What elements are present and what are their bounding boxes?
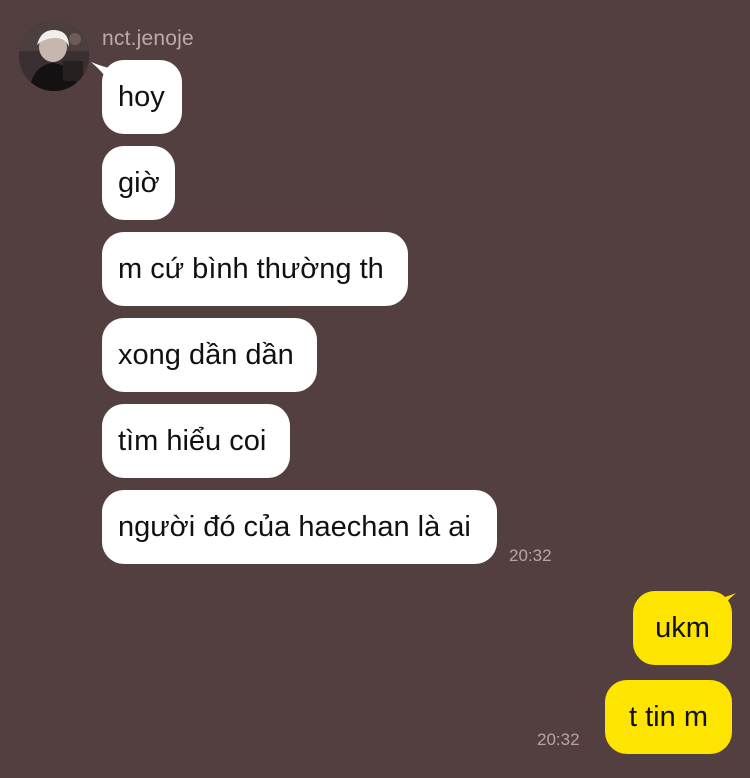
incoming-message[interactable]: giờ <box>102 146 175 220</box>
incoming-message[interactable]: m cứ bình thường th <box>102 232 408 306</box>
message-text: giờ <box>118 167 160 199</box>
incoming-message[interactable]: người đó của haechan là ai <box>102 490 497 564</box>
outgoing-timestamp: 20:32 <box>537 730 580 749</box>
message-text: người đó của haechan là ai <box>118 511 471 543</box>
profile-photo-icon <box>19 21 89 91</box>
message-text: hoy <box>118 81 165 113</box>
message-text: t tin m <box>629 701 708 733</box>
incoming-message[interactable]: tìm hiểu coi <box>102 404 290 478</box>
sender-name: nct.jenoje <box>102 27 194 50</box>
incoming-message[interactable]: xong dần dần <box>102 318 317 392</box>
message-text: m cứ bình thường th <box>118 253 384 285</box>
avatar[interactable] <box>19 21 89 91</box>
outgoing-message[interactable]: t tin m <box>605 680 732 754</box>
incoming-message[interactable]: hoy <box>102 60 182 134</box>
message-text: ukm <box>655 612 710 644</box>
incoming-timestamp: 20:32 <box>509 546 552 565</box>
message-text: xong dần dần <box>118 339 294 371</box>
outgoing-message[interactable]: ukm <box>633 591 732 665</box>
message-text: tìm hiểu coi <box>118 425 267 457</box>
